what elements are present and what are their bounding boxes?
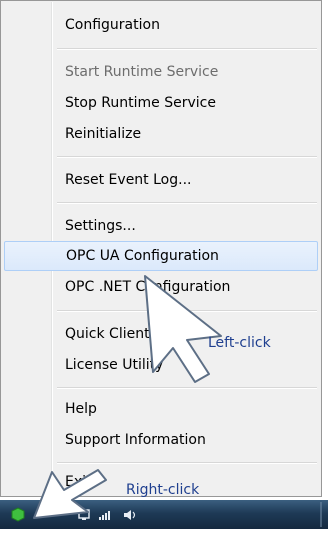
right-click-callout: Right-click bbox=[126, 482, 200, 498]
left-click-pointer-icon bbox=[144, 275, 222, 383]
context-menu: Configuration Start Runtime Service Stop… bbox=[0, 0, 322, 497]
menu-item-stop-runtime-service[interactable]: Stop Runtime Service bbox=[4, 88, 318, 118]
menu-item-reinitialize[interactable]: Reinitialize bbox=[4, 119, 318, 149]
menu-separator bbox=[57, 48, 317, 50]
menu-separator bbox=[57, 202, 317, 204]
right-click-pointer-icon bbox=[33, 469, 107, 519]
menu-item-support-information[interactable]: Support Information bbox=[4, 425, 318, 455]
menu-item-configuration[interactable]: Configuration bbox=[4, 10, 318, 40]
left-click-callout: Left-click bbox=[208, 335, 271, 351]
menu-item-help[interactable]: Help bbox=[4, 394, 318, 424]
menu-item-reset-event-log[interactable]: Reset Event Log... bbox=[4, 165, 318, 195]
menu-separator bbox=[57, 156, 317, 158]
menu-item-start-runtime-service: Start Runtime Service bbox=[65, 64, 219, 80]
server-tray-icon[interactable] bbox=[11, 507, 25, 522]
menu-item-settings[interactable]: Settings... bbox=[4, 211, 318, 241]
